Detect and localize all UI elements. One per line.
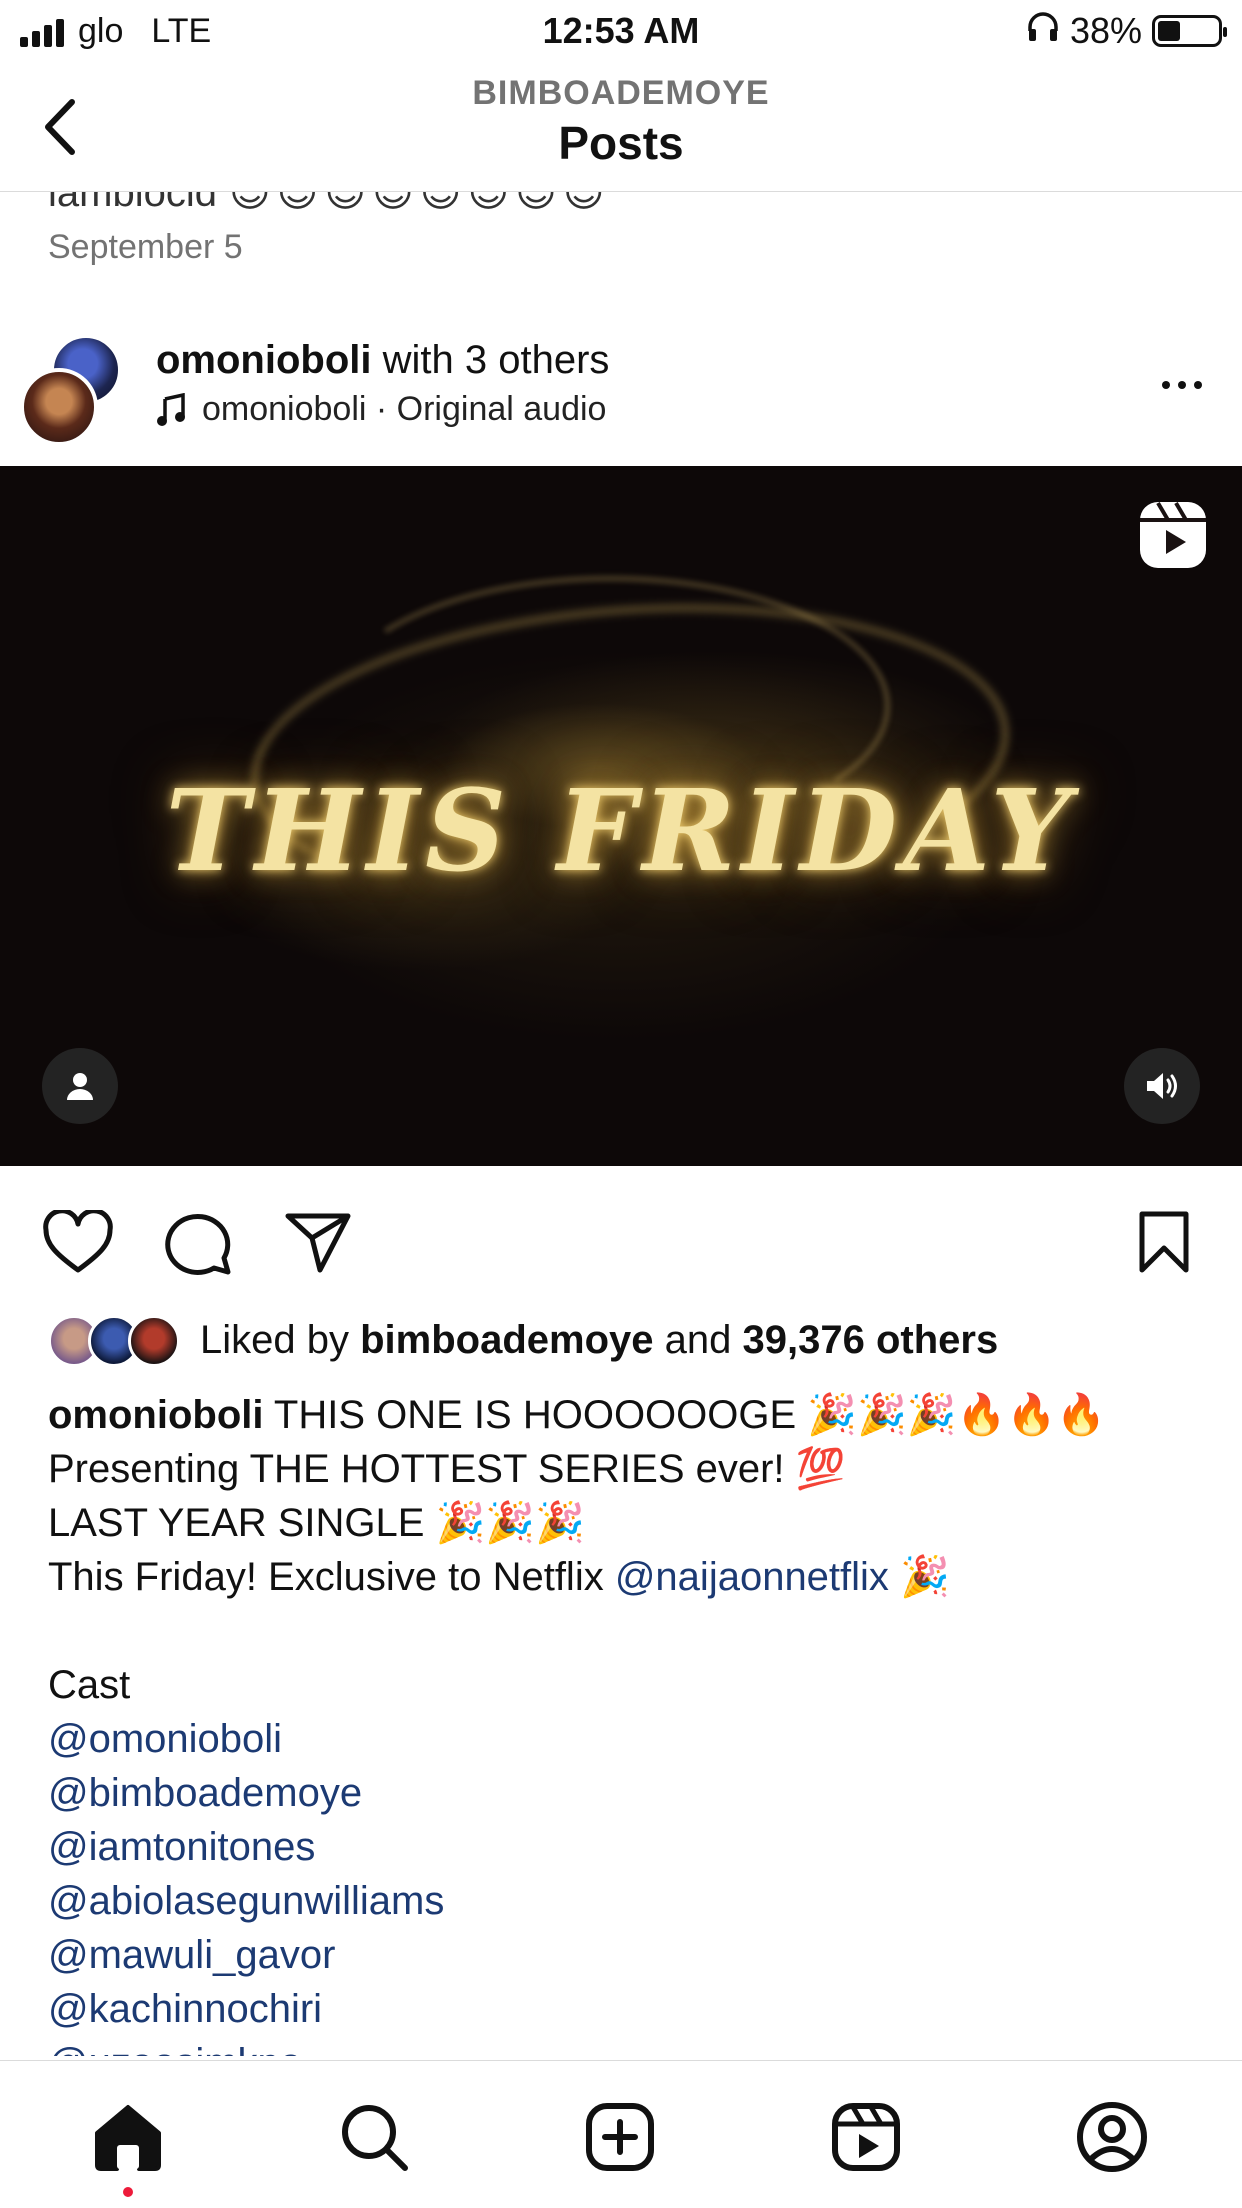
previous-post-date: September 5 — [48, 228, 243, 266]
reel-video[interactable]: THIS FRIDAY — [0, 466, 1242, 1166]
previous-post-fragment: iamblocid 😇😇😇😇😇😇😇😇 September 5 — [0, 192, 1242, 312]
audio-link[interactable]: omonioboli · Original audio — [156, 390, 606, 429]
share-button[interactable] — [278, 1202, 358, 1282]
post-author[interactable]: omonioboli — [156, 338, 372, 382]
post-collab-text[interactable]: with 3 others — [383, 338, 610, 382]
post-author-line[interactable]: omonioboli with 3 others — [156, 338, 609, 383]
likes-text[interactable]: Liked by bimboademoye and 39,376 others — [200, 1318, 998, 1363]
avatar — [128, 1315, 180, 1367]
post-actions — [0, 1166, 1242, 1316]
bottom-nav — [0, 2060, 1242, 2208]
caption-viewport: omonioboli THIS ONE IS HOOOOOOGE 🎉🎉🎉🔥🔥🔥 … — [0, 1388, 1242, 2056]
post-caption: omonioboli THIS ONE IS HOOOOOOGE 🎉🎉🎉🔥🔥🔥 … — [48, 1388, 1208, 2056]
caption-text: This Friday! Exclusive to Netflix — [48, 1555, 604, 1599]
mention-link[interactable]: @omonioboli — [48, 1712, 1208, 1766]
tagged-people-button[interactable] — [42, 1048, 118, 1124]
header-username: BIMBOADEMOYE — [472, 74, 770, 112]
plus-square-icon — [586, 2103, 654, 2171]
caption-emoji: 🎉 — [900, 1555, 950, 1599]
previous-caption-text: iamblocid — [48, 192, 217, 215]
mention-link[interactable]: @abiolasegunwilliams — [48, 1874, 1208, 1928]
nav-search[interactable] — [334, 2097, 414, 2177]
previous-post-caption: iamblocid 😇😇😇😇😇😇😇😇 — [48, 192, 611, 216]
speaker-icon — [1147, 1073, 1177, 1099]
heart-icon — [43, 1210, 113, 1273]
mention-link[interactable]: @naijaonnetflix — [615, 1555, 889, 1599]
likes-count[interactable]: 39,376 others — [743, 1318, 999, 1362]
video-title-text: THIS FRIDAY — [165, 766, 1077, 897]
caption-line: LAST YEAR SINGLE 🎉🎉🎉 — [48, 1501, 585, 1545]
comment-button[interactable] — [158, 1202, 238, 1282]
liked-by-user[interactable]: bimboademoye — [360, 1318, 653, 1362]
mention-link[interactable]: @kachinnochiri — [48, 1982, 1208, 2036]
post-header: omonioboli with 3 others omonioboli · Or… — [0, 330, 1242, 466]
battery-percent: 38% — [1069, 10, 1142, 51]
nav-create[interactable] — [580, 2097, 660, 2177]
previous-caption-emojis: 😇😇😇😇😇😇😇😇 — [228, 192, 611, 215]
home-icon — [95, 2105, 161, 2171]
top-header: BIMBOADEMOYE Posts — [0, 64, 1242, 192]
likes-prefix: Liked by — [200, 1317, 349, 1362]
music-note-icon — [157, 392, 185, 426]
notification-dot — [123, 2187, 133, 2197]
cast-heading: Cast — [48, 1663, 131, 1707]
status-bar: glo LTE 12:53 AM 38% — [0, 0, 1242, 64]
nav-home[interactable] — [88, 2097, 168, 2177]
search-icon — [342, 2105, 408, 2171]
reels-icon — [832, 2103, 900, 2171]
mention-link[interactable]: @mawuli_gavor — [48, 1928, 1208, 1982]
reels-badge-icon — [1138, 500, 1208, 570]
caption-line: This Friday! Exclusive to Netflix @naija… — [48, 1550, 1208, 1604]
collab-avatars[interactable] — [20, 334, 130, 446]
nav-reels[interactable] — [826, 2097, 906, 2177]
bookmark-icon — [1139, 1211, 1189, 1273]
status-right: 38% — [1026, 10, 1227, 52]
send-icon — [285, 1213, 351, 1273]
profile-icon — [1077, 2102, 1147, 2172]
more-options-button[interactable] — [1152, 370, 1212, 400]
caption-line: Presenting THE HOTTEST SERIES ever! 💯 — [48, 1447, 846, 1491]
sound-toggle-button[interactable] — [1124, 1048, 1200, 1124]
audio-label: omonioboli · Original audio — [202, 390, 607, 428]
likes-and: and — [664, 1317, 732, 1362]
caption-line: omonioboli THIS ONE IS HOOOOOOGE 🎉🎉🎉🔥🔥🔥 — [48, 1388, 1208, 1442]
mention-link[interactable]: @bimboademoye — [48, 1766, 1208, 1820]
mention-link[interactable]: @uzoosimkpa — [48, 2036, 1208, 2056]
liker-avatars — [48, 1313, 180, 1367]
caption-author[interactable]: omonioboli — [48, 1393, 264, 1437]
like-button[interactable] — [38, 1202, 118, 1282]
headphones-icon — [1026, 10, 1060, 52]
save-button[interactable] — [1124, 1202, 1204, 1282]
page-title: Posts — [558, 117, 684, 169]
caption-text: THIS ONE IS HOOOOOOGE 🎉🎉🎉🔥🔥🔥 — [273, 1393, 1107, 1437]
avatar — [20, 368, 98, 446]
nav-profile[interactable] — [1072, 2097, 1152, 2177]
person-icon — [67, 1073, 93, 1100]
comment-icon — [165, 1213, 231, 1275]
mention-link[interactable]: @iamtonitones — [48, 1820, 1208, 1874]
likes-summary[interactable]: Liked by bimboademoye and 39,376 others — [48, 1310, 998, 1370]
battery-icon — [1152, 15, 1227, 47]
